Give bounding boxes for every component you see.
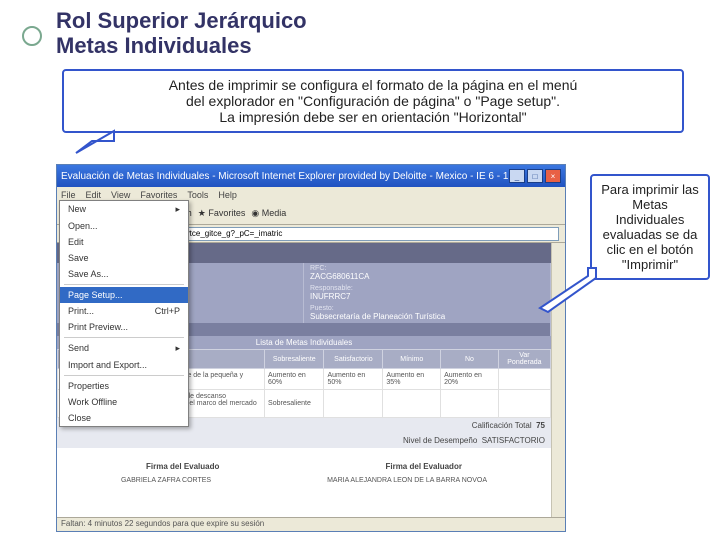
minimize-button[interactable]: _ (509, 169, 525, 183)
menu-item-send[interactable]: Send▸ (60, 340, 188, 357)
maximize-button[interactable]: □ (527, 169, 543, 183)
menu-item-new[interactable]: New▸ (60, 201, 188, 218)
window-buttons: _ □ × (509, 169, 561, 183)
callout-top: Antes de imprimir se configura el format… (62, 69, 684, 133)
window-titlebar: Evaluación de Metas Individuales - Micro… (57, 165, 565, 187)
favorites-button[interactable]: ★ Favorites (198, 208, 246, 219)
slide-title: Rol Superior Jerárquico Metas Individual… (56, 8, 690, 59)
menu-item-import[interactable]: Import and Export... (60, 357, 188, 373)
window-title-text: Evaluación de Metas Individuales - Micro… (61, 171, 508, 182)
menu-item-page-setup[interactable]: Page Setup... (60, 287, 188, 303)
callout-top-l1: Antes de imprimir se configura el format… (78, 77, 668, 93)
callout-right-arrow (538, 266, 598, 314)
menu-item-properties[interactable]: Properties (60, 378, 188, 394)
menu-item-edit[interactable]: Edit (60, 234, 188, 250)
callout-top-arrow (74, 129, 184, 157)
media-button[interactable]: ◉ Media (251, 208, 286, 219)
menu-item-close[interactable]: Close (60, 410, 188, 426)
callout-right-text: Para imprimir las Metas Individuales eva… (601, 182, 699, 272)
title-line1: Rol Superior Jerárquico (56, 8, 307, 33)
browser-window: Evaluación de Metas Individuales - Micro… (56, 164, 566, 532)
callout-right: Para imprimir las Metas Individuales eva… (590, 174, 710, 280)
media-label: Media (262, 208, 287, 218)
bullet-icon (22, 26, 42, 46)
title-line2: Metas Individuales (56, 33, 252, 58)
menu-item-open[interactable]: Open... (60, 218, 188, 234)
menu-item-offline[interactable]: Work Offline (60, 394, 188, 410)
menu-file[interactable]: File (61, 190, 76, 200)
menu-help[interactable]: Help (218, 190, 237, 200)
status-bar: Faltan: 4 minutos 22 segundos para que e… (57, 517, 565, 531)
menu-item-preview[interactable]: Print Preview... (60, 319, 188, 335)
close-button[interactable]: × (545, 169, 561, 183)
menu-item-save[interactable]: Save (60, 250, 188, 266)
callout-top-l3: La impresión debe ser en orientación "Ho… (78, 109, 668, 125)
favorites-label: Favorites (208, 208, 245, 218)
signature-names: GABRIELA ZAFRA CORTES MARIA ALEJANDRA LE… (57, 475, 551, 486)
level-row: Nivel de Desempeño SATISFACTORIO (57, 433, 551, 448)
menu-view[interactable]: View (111, 190, 130, 200)
menu-favorites[interactable]: Favorites (140, 190, 177, 200)
signature-labels: Firma del Evaluado Firma del Evaluador (57, 448, 551, 475)
menu-item-print[interactable]: Print...Ctrl+P (60, 303, 188, 319)
menu-item-save-as[interactable]: Save As... (60, 266, 188, 282)
menu-tools[interactable]: Tools (187, 190, 208, 200)
menu-edit[interactable]: Edit (86, 190, 102, 200)
file-menu-dropdown: New▸ Open... Edit Save Save As... Page S… (59, 200, 189, 427)
callout-top-l2: del explorador en "Configuración de pági… (78, 93, 668, 109)
